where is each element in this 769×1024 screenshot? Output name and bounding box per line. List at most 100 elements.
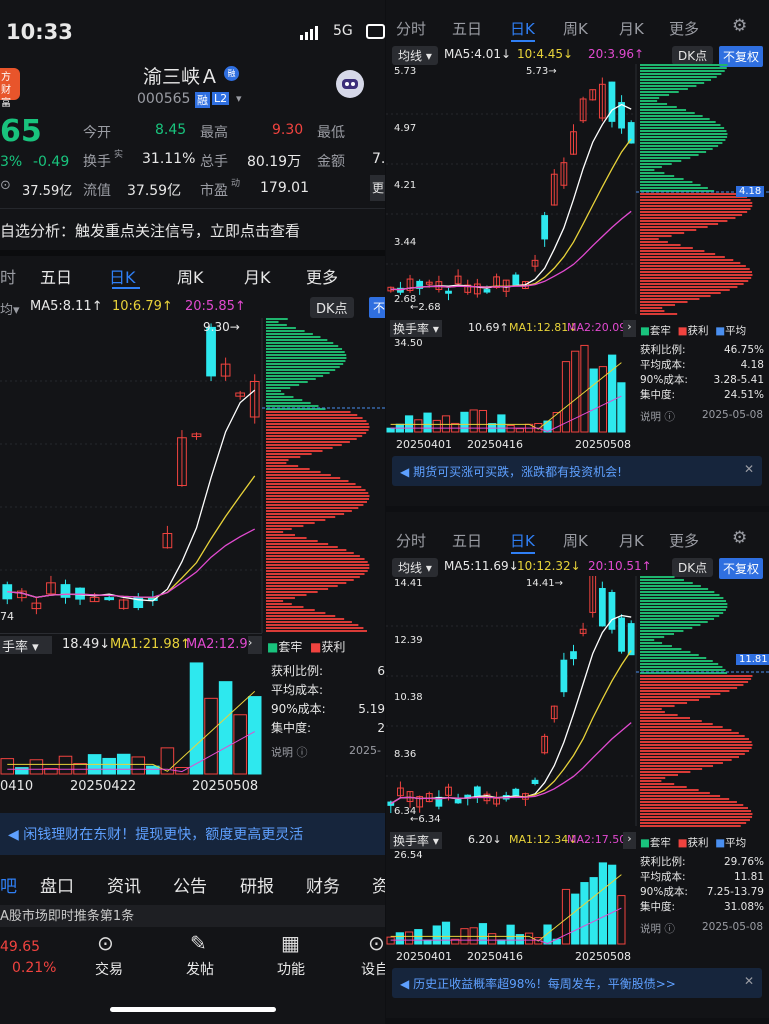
tab-finance[interactable]: 财务 <box>306 872 340 897</box>
speaker-icon: ◀ <box>400 465 410 479</box>
divider <box>0 208 385 209</box>
ma5-value: MA5:11.69↓ <box>444 559 519 573</box>
grid-icon[interactable]: ▦ <box>281 931 300 955</box>
cost-row: 90%成本: 7.25-13.79 <box>640 885 764 900</box>
chevron-right-icon[interactable]: › <box>623 832 636 849</box>
volume-bar <box>478 923 488 945</box>
indicator-select[interactable]: 手率 ▾ <box>0 636 52 655</box>
tab-5day[interactable]: 五日 <box>452 530 482 551</box>
nav-settings[interactable]: 设自 <box>361 959 385 979</box>
robot-assistant-icon[interactable] <box>336 70 364 98</box>
settings-icon[interactable]: ⊙ <box>368 931 385 955</box>
tab-weekly[interactable]: 周K <box>563 530 588 551</box>
chevron-right-icon[interactable]: › <box>248 636 262 654</box>
tab-daily[interactable]: 日K <box>510 530 535 551</box>
cost-row: 90%成本: 3.28-5.41 <box>640 373 764 388</box>
cost-label: 90%成本: <box>640 886 688 898</box>
nav-trade[interactable]: 交易 <box>95 959 123 979</box>
ad-banner[interactable]: ◀ 期货可买涨可买跌，涨跌都有投资机会! ✕ <box>392 456 762 486</box>
left-kline-chart[interactable] <box>0 318 385 638</box>
note-label[interactable]: 说明 ⓘ <box>640 409 675 424</box>
close-icon[interactable]: ✕ <box>744 974 754 988</box>
close-icon[interactable]: ✕ <box>744 462 754 476</box>
volume-bar <box>515 428 524 433</box>
date-label: 20250401 <box>396 438 452 451</box>
candle <box>531 779 539 784</box>
pe-value: 179.01 <box>260 180 309 196</box>
index-pct: 0.21% <box>12 960 57 976</box>
open-label: 今开 <box>83 125 111 141</box>
kline-chart[interactable] <box>386 576 769 832</box>
ma-type-select[interactable]: 均线 ▾ <box>392 558 438 577</box>
tab-research[interactable]: 研报 <box>240 872 274 897</box>
tab-weekly[interactable]: 周K <box>177 264 204 288</box>
expand-button[interactable]: 更 <box>370 175 385 201</box>
badge-rong: 融 <box>195 92 210 108</box>
kline-chart[interactable] <box>386 64 769 320</box>
tab-ba[interactable]: 吧 <box>0 872 17 897</box>
tab-daily[interactable]: 日K <box>109 264 136 288</box>
dk-point-button[interactable]: DK点 <box>672 46 714 65</box>
float-label: 流值 <box>83 183 111 199</box>
volume-chart <box>386 344 626 433</box>
dk-point-button[interactable]: DK点 <box>310 297 354 318</box>
tab-monthly[interactable]: 月K <box>619 530 644 551</box>
volume-bar <box>552 412 561 433</box>
note-label[interactable]: 说明 ⓘ <box>271 744 308 760</box>
news-item[interactable]: A股市场即时推条第1条 <box>0 905 385 927</box>
low-marker: ←2.68 <box>410 302 441 313</box>
tab-notice[interactable]: 公告 <box>173 872 207 897</box>
indicator-select[interactable]: 换手率 ▾ <box>390 832 442 849</box>
tab-5day[interactable]: 五日 <box>40 264 72 288</box>
nav-func[interactable]: 功能 <box>277 959 305 979</box>
edit-icon[interactable]: ✎ <box>190 931 207 955</box>
cost-value: 5.19 <box>358 702 385 716</box>
tab-fenshi[interactable]: 时 <box>0 264 16 288</box>
volume-bar <box>102 757 116 775</box>
dk-point-button[interactable]: DK点 <box>672 558 714 577</box>
cost-label: 平均成本: <box>640 871 686 883</box>
tab-weekly[interactable]: 周K <box>563 18 588 39</box>
tab-more[interactable]: 更多 <box>669 530 699 551</box>
nav-post[interactable]: 发帖 <box>186 959 214 979</box>
chevron-down-icon[interactable]: ▾ <box>13 303 20 318</box>
volume-bar <box>233 714 247 775</box>
ma-type-select[interactable]: 均线 ▾ <box>392 46 438 65</box>
volume-bar <box>423 412 432 433</box>
volume-bar <box>598 862 608 945</box>
tab-pankou[interactable]: 盘口 <box>40 872 74 897</box>
gear-icon[interactable]: ⚙ <box>732 528 747 548</box>
adjust-button[interactable]: 不 <box>369 297 385 318</box>
cost-row: 平均成本: 11.81 <box>640 870 764 885</box>
tab-more[interactable]: 更多 <box>306 264 338 288</box>
cost-label: 集中度: <box>271 721 312 735</box>
left-screen: 10:33 5G 方财富 渝三峡Ａ 融 000565 融 L2 ▾ 65 3% … <box>0 0 385 1024</box>
ad-banner[interactable]: ◀ 历史正收益概率超98%！每周发车，平衡股债>> ✕ <box>392 968 762 998</box>
ma-type[interactable]: 均 <box>0 303 13 318</box>
tab-monthly[interactable]: 月K <box>619 18 644 39</box>
app-logo[interactable]: 方财富 <box>0 68 20 109</box>
date-label: 20250508 <box>192 779 259 794</box>
yen-icon[interactable]: ⊙ <box>97 931 114 955</box>
cost-label: 90%成本: <box>271 702 326 716</box>
chevron-down-icon[interactable]: ▾ <box>236 92 242 105</box>
indicator-select[interactable]: 换手率 ▾ <box>390 320 442 337</box>
tab-fenshi[interactable]: 分时 <box>396 18 426 39</box>
bottom-nav: 49.65 0.21% ⊙ 交易 ✎ 发帖 ▦ 功能 ⊙ 设自 <box>0 927 385 1024</box>
tab-more2[interactable]: 资 <box>372 872 385 897</box>
note-label[interactable]: 说明 ⓘ <box>640 921 675 936</box>
tab-monthly[interactable]: 月K <box>244 264 271 288</box>
left-ad-banner[interactable]: ◀ 闲钱理财在东财！提现更快，额度更高更灵活 <box>0 813 385 855</box>
volume-bar <box>432 419 441 433</box>
tab-more[interactable]: 更多 <box>669 18 699 39</box>
notice-text[interactable]: 自选分析：触发重点关注信号，立即点击查看 <box>0 220 300 241</box>
tab-fenshi[interactable]: 分时 <box>396 530 426 551</box>
volume-bar <box>589 877 598 945</box>
cost-row: 集中度: 24.51% <box>640 388 764 403</box>
tab-daily[interactable]: 日K <box>510 18 535 39</box>
tab-5day[interactable]: 五日 <box>452 18 482 39</box>
gear-icon[interactable]: ⚙ <box>732 16 747 36</box>
tab-news[interactable]: 资讯 <box>107 872 141 897</box>
price-axis-label: 5.73 <box>394 66 417 77</box>
chevron-right-icon[interactable]: › <box>623 320 636 337</box>
